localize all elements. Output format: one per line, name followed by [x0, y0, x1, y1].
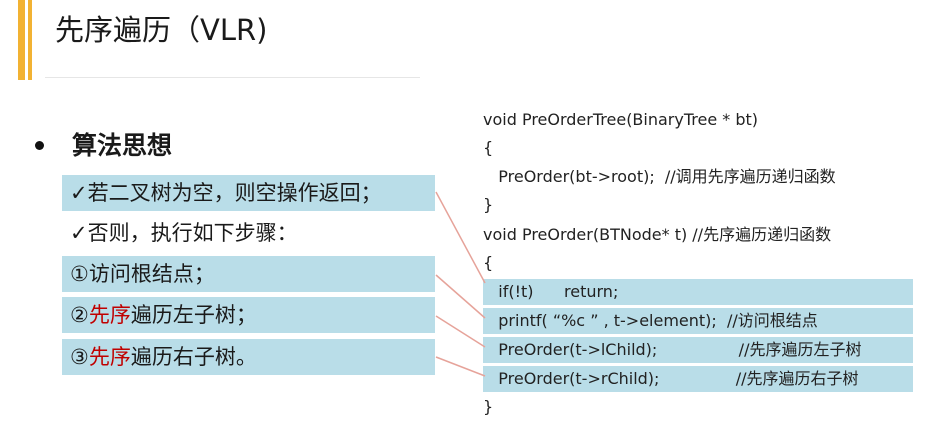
connector-line-right-to-rchild	[435, 356, 486, 377]
connector-line-empty-to-if	[435, 191, 486, 284]
connector-lines	[435, 191, 486, 377]
connector-line-root-to-printf	[435, 274, 486, 319]
connector-line-left-to-lchild	[435, 315, 486, 348]
